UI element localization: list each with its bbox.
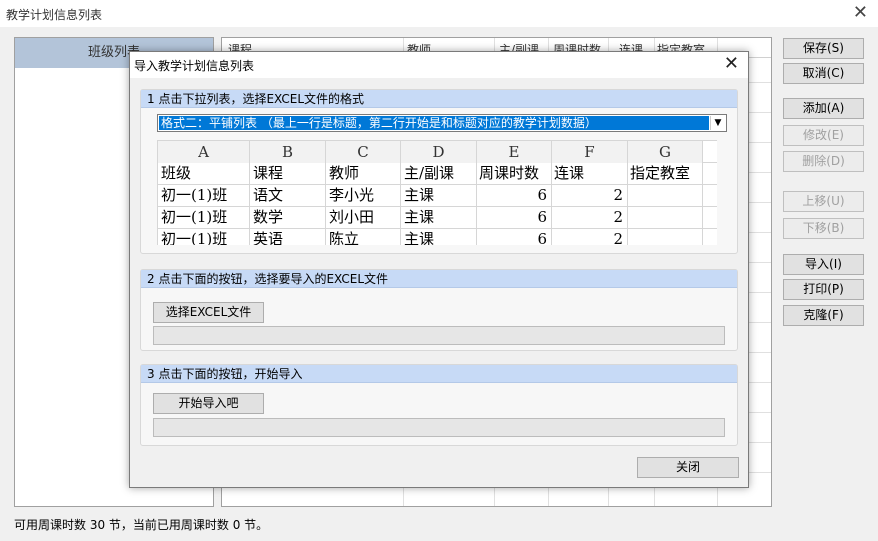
dialog-title: 导入教学计划信息列表: [134, 59, 255, 73]
start-import-button[interactable]: 开始导入吧: [153, 393, 264, 414]
sheet-header-type: 主/副课: [404, 164, 455, 182]
step3-heading: 3 点击下面的按钮，开始导入: [141, 365, 737, 383]
sheet-row1-consecutive: 2: [613, 186, 623, 204]
choose-excel-button[interactable]: 选择EXCEL文件: [153, 302, 264, 323]
sheet-row3-class: 初一(1)班: [161, 230, 228, 245]
window-titlebar: 教学计划信息列表 ✕: [0, 0, 878, 27]
sheet-row3-hours: 6: [537, 230, 547, 245]
window-title: 教学计划信息列表: [6, 8, 103, 22]
sheet-row1-teacher: 李小光: [329, 186, 375, 204]
sheet-header-hours: 周课时数: [479, 164, 540, 182]
format-select-value: 格式二：平铺列表 （最上一行是标题，第二行开始是和标题对应的教学计划数据）: [159, 116, 709, 130]
sheet-header-course: 课程: [253, 164, 284, 182]
step2-heading: 2 点击下面的按钮，选择要导入的EXCEL文件: [141, 270, 737, 288]
step3-group: 3 点击下面的按钮，开始导入 开始导入吧: [140, 364, 738, 446]
sheet-col-g: G: [628, 141, 702, 163]
step1-group: 1 点击下拉列表，选择EXCEL文件的格式 格式二：平铺列表 （最上一行是标题，…: [140, 89, 738, 254]
save-button[interactable]: 保存(S): [783, 38, 864, 59]
format-sample-sheet: A B C D E F G 班级 课程 教师 主/副课 周课时数 连课 指定教室…: [157, 140, 717, 245]
sheet-col-d: D: [401, 141, 476, 163]
sheet-row2-type: 主课: [404, 208, 435, 226]
sheet-row1-class: 初一(1)班: [161, 186, 228, 204]
sheet-row1-hours: 6: [537, 186, 547, 204]
sheet-header-consecutive: 连课: [554, 164, 585, 182]
sheet-col-c: C: [326, 141, 400, 163]
sheet-row1-type: 主课: [404, 186, 435, 204]
sheet-row3-type: 主课: [404, 230, 435, 245]
sheet-header-room: 指定教室: [630, 164, 691, 182]
format-select[interactable]: 格式二：平铺列表 （最上一行是标题，第二行开始是和标题对应的教学计划数据） ▼: [157, 114, 727, 132]
sheet-row3-course: 英语: [253, 230, 284, 245]
import-progress-bar: [153, 418, 725, 437]
sheet-row2-consecutive: 2: [613, 208, 623, 226]
import-button[interactable]: 导入(I): [783, 254, 864, 275]
close-button[interactable]: 关闭: [637, 457, 739, 478]
sheet-row2-hours: 6: [537, 208, 547, 226]
sheet-header-teacher: 教师: [329, 164, 360, 182]
print-button[interactable]: 打印(P): [783, 279, 864, 300]
chevron-down-icon[interactable]: ▼: [710, 116, 725, 130]
sheet-col-a: A: [158, 141, 249, 163]
sheet-header-class: 班级: [161, 164, 192, 182]
step2-file-bar: [153, 326, 725, 345]
status-text: 可用周课时数 30 节，当前已用周课时数 0 节。: [14, 518, 269, 532]
sheet-col-e: E: [477, 141, 551, 163]
sheet-col-b: B: [250, 141, 325, 163]
sheet-row3-teacher: 陈立: [329, 230, 360, 245]
dialog-close-icon[interactable]: ✕: [724, 53, 739, 74]
window-close-icon[interactable]: ✕: [853, 2, 868, 23]
sheet-row2-course: 数学: [253, 208, 284, 226]
sheet-row2-class: 初一(1)班: [161, 208, 228, 226]
clone-button[interactable]: 克隆(F): [783, 305, 864, 326]
cancel-button[interactable]: 取消(C): [783, 63, 864, 84]
add-button[interactable]: 添加(A): [783, 98, 864, 119]
delete-button[interactable]: 删除(D): [783, 151, 864, 172]
dialog-titlebar: 导入教学计划信息列表 ✕: [130, 52, 748, 78]
import-dialog: 导入教学计划信息列表 ✕ 1 点击下拉列表，选择EXCEL文件的格式 格式二：平…: [129, 51, 749, 488]
step2-group: 2 点击下面的按钮，选择要导入的EXCEL文件 选择EXCEL文件: [140, 269, 738, 351]
sheet-row2-teacher: 刘小田: [329, 208, 375, 226]
step1-heading: 1 点击下拉列表，选择EXCEL文件的格式: [141, 90, 737, 108]
sheet-row1-course: 语文: [253, 186, 284, 204]
sheet-col-f: F: [552, 141, 627, 163]
move-up-button[interactable]: 上移(U): [783, 191, 864, 212]
move-down-button[interactable]: 下移(B): [783, 218, 864, 239]
sheet-row3-consecutive: 2: [613, 230, 623, 245]
edit-button[interactable]: 修改(E): [783, 125, 864, 146]
